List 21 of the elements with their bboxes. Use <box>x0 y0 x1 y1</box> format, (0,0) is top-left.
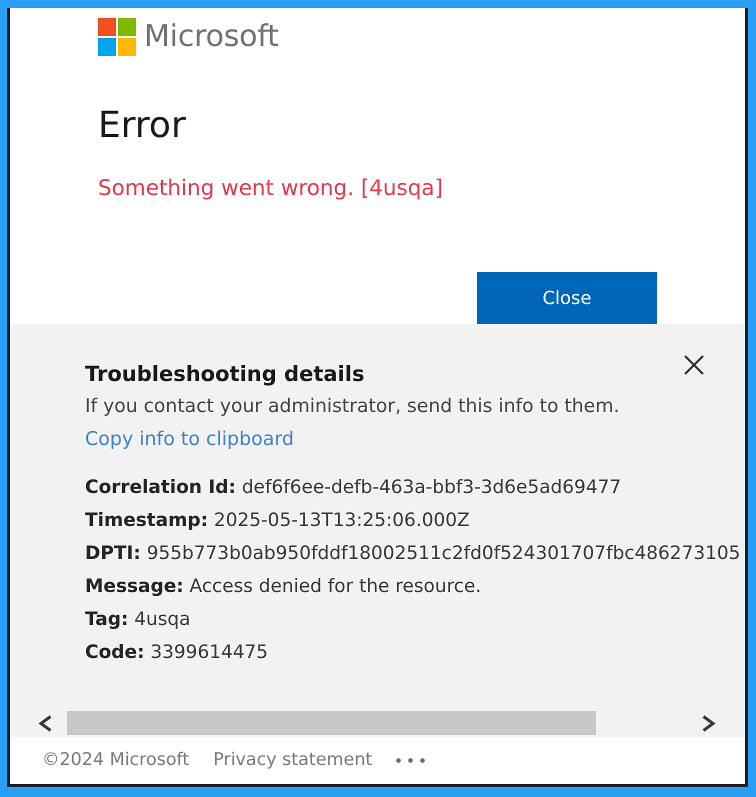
scrollbar-thumb[interactable] <box>67 711 596 735</box>
close-icon[interactable] <box>683 354 705 376</box>
detail-line: Tag: 4usqa <box>85 608 190 632</box>
detail-line: Correlation Id: def6f6ee-defb-463a-bbf3-3d6e5ad69477 <box>85 476 622 500</box>
detail-line: DPTI: 955b773b0ab950fddf18002511c2fd0f524301707fbc486273105 <box>85 542 740 566</box>
chevron-right-icon[interactable] <box>701 714 716 732</box>
detail-line: Message: Access denied for the resource. <box>85 575 482 599</box>
detail-line: Timestamp: 2025-05-13T13:25:06.000Z <box>85 509 470 533</box>
footer-link[interactable]: Privacy statement <box>213 750 372 771</box>
detail-line: Code: 3399614475 <box>85 641 268 665</box>
logo-icon <box>98 18 136 56</box>
copy-link[interactable]: Copy info to clipboard <box>85 427 294 452</box>
error-message: Something went wrong. [4usqa] <box>98 176 443 202</box>
brand-name: Microsoft <box>144 18 279 56</box>
close-button[interactable]: Close <box>477 272 657 324</box>
copyright-text: ©2024 Microsoft <box>42 750 190 771</box>
more-icon[interactable] <box>396 758 426 763</box>
chevron-left-icon[interactable] <box>38 714 53 732</box>
panel-title: Troubleshooting details <box>85 361 364 388</box>
panel-description: If you contact your administrator, send this info to them. <box>85 395 620 419</box>
error-title: Error <box>98 106 186 146</box>
